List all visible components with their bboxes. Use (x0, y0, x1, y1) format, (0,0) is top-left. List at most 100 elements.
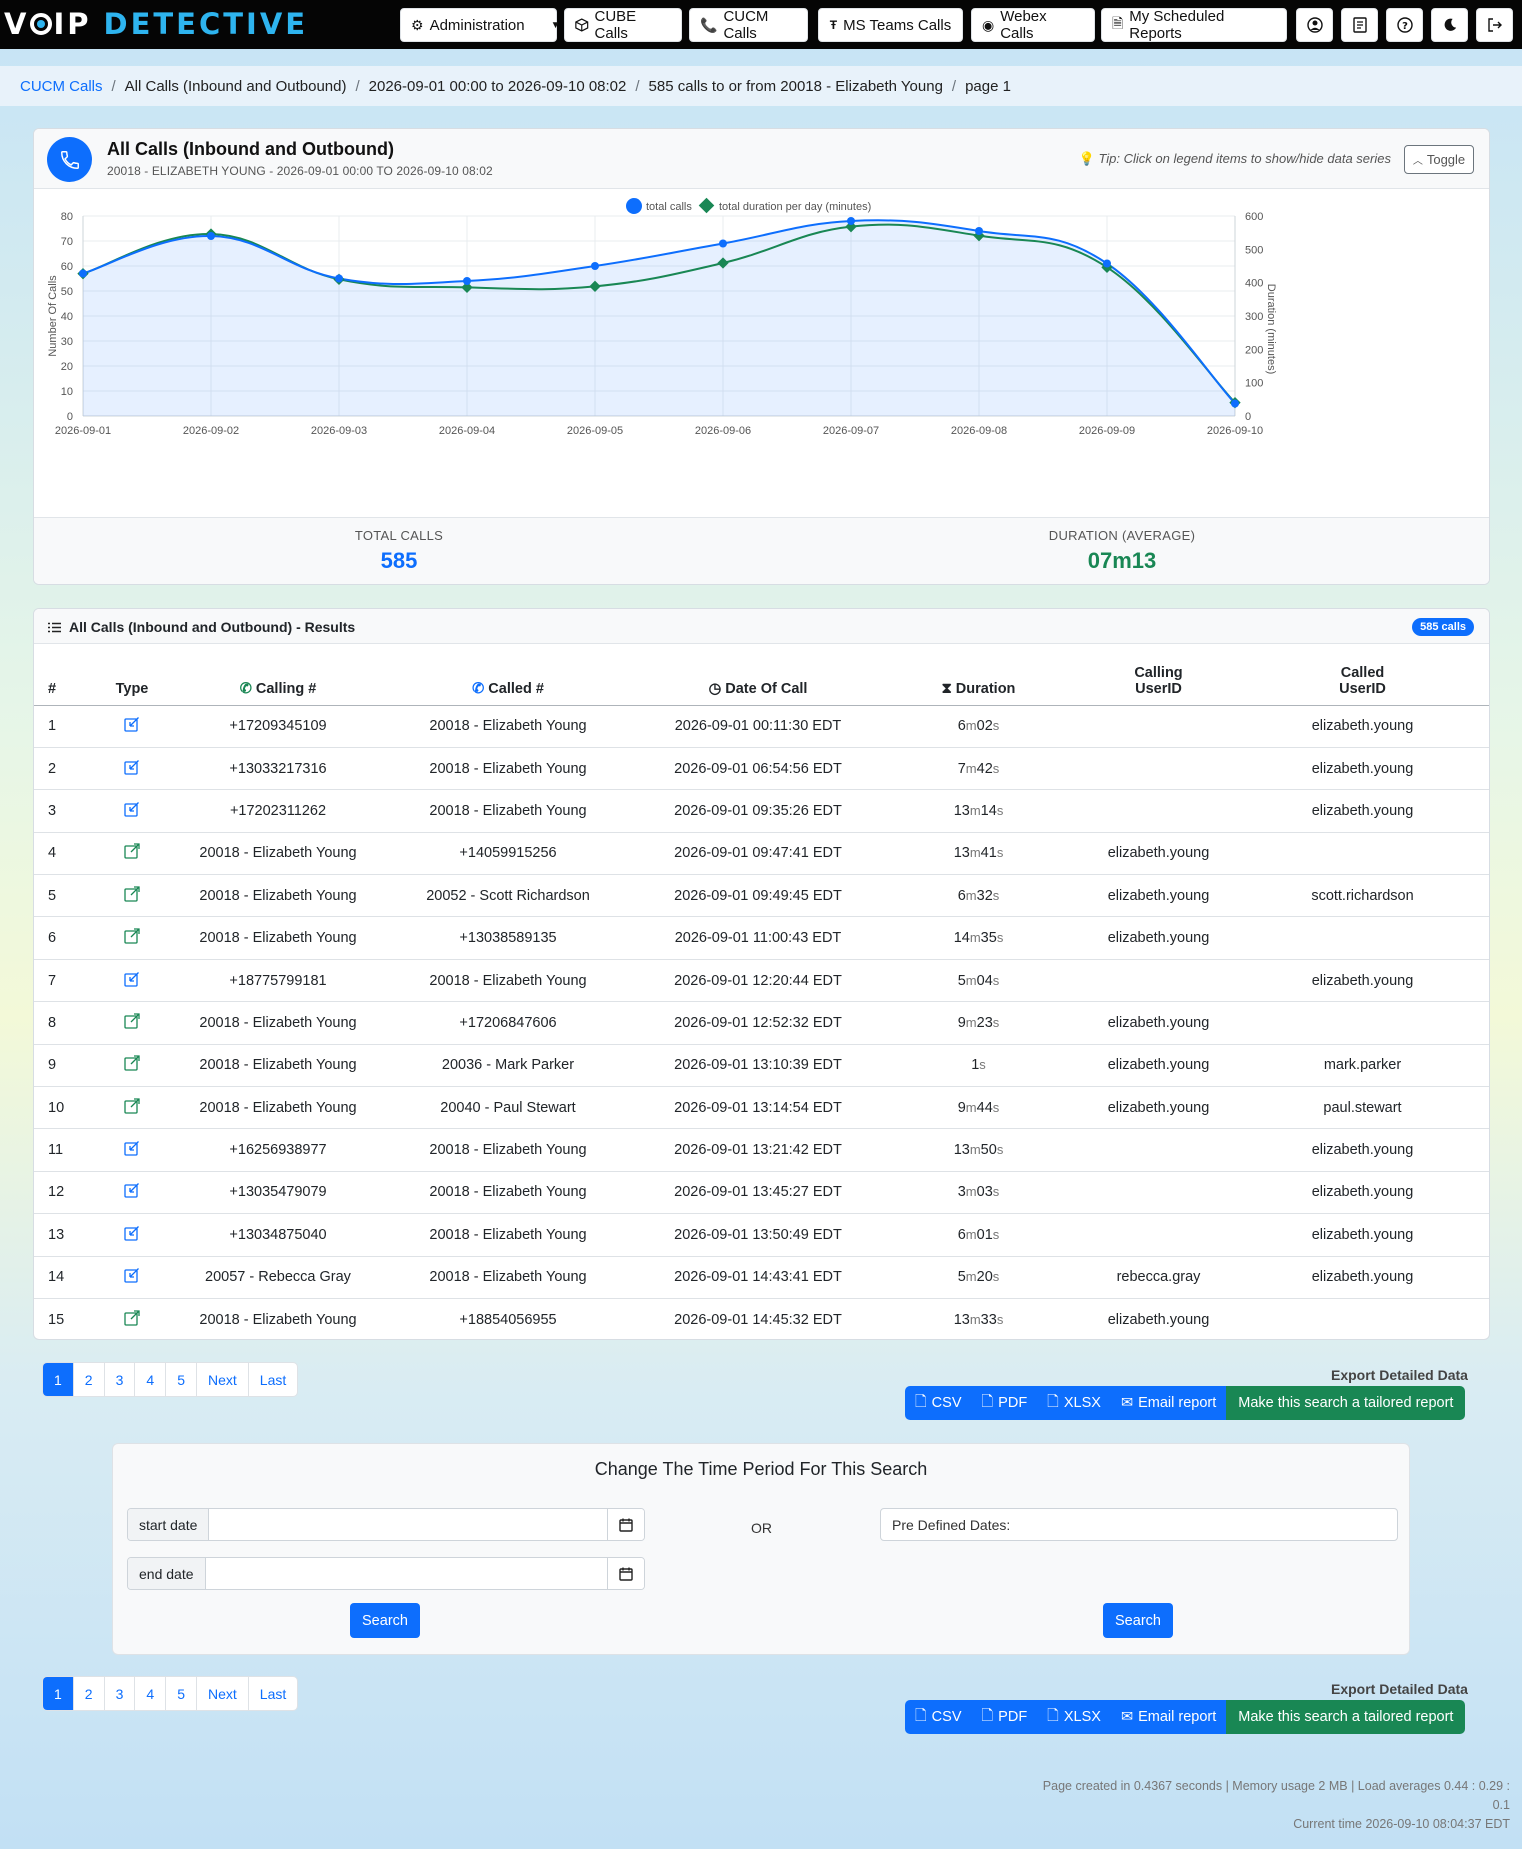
pdf-export-button[interactable]: 🗋 PDF (971, 1386, 1038, 1420)
page-3-button[interactable]: 3 (105, 1363, 136, 1396)
inbound-call-icon[interactable] (124, 802, 140, 821)
date-of-call-cell: 2026-09-01 13:21:42 EDT (640, 1128, 876, 1172)
page-4-button[interactable]: 4 (135, 1677, 167, 1710)
page-3-button[interactable]: 3 (105, 1677, 136, 1710)
col-date-of-call[interactable]: ◷ Date Of Call (640, 644, 876, 706)
page-5-button[interactable]: 5 (166, 1363, 197, 1396)
calling-number-cell: +13033217316 (180, 747, 376, 791)
y2-tick-label: 300 (1245, 311, 1263, 323)
col-type[interactable]: Type (84, 644, 180, 706)
tailored-report-button[interactable]: Make this search a tailored report (1226, 1386, 1466, 1420)
table-row[interactable]: 12 +13035479079 20018 - Elizabeth Young 202… (34, 1171, 1489, 1215)
outbound-call-icon[interactable] (124, 886, 140, 906)
last-page-button[interactable]: Last (249, 1363, 297, 1396)
x-tick-label: 2026-09-05 (567, 425, 623, 437)
duration-cell: 6m01s (876, 1213, 1081, 1257)
table-row[interactable]: 10 20018 - Elizabeth Young 20040 - Paul St… (34, 1086, 1489, 1130)
help-button[interactable]: ? (1386, 8, 1423, 42)
table-row[interactable]: 14 20057 - Rebecca Gray 20018 - Elizabeth … (34, 1256, 1489, 1299)
email-report-button[interactable]: ✉ Email report (1110, 1386, 1227, 1420)
csv-export-button[interactable]: 🗋 CSV (905, 1700, 972, 1734)
ms-teams-calls-button[interactable]: Ŧ MS Teams Calls (818, 8, 963, 42)
breadcrumb-separator: / (355, 77, 360, 95)
inbound-call-icon[interactable] (124, 759, 140, 779)
table-row[interactable]: 6 20018 - Elizabeth Young +13038589135 2026… (34, 916, 1489, 960)
table-row[interactable]: 5 20018 - Elizabeth Young 20052 - Scott Ri… (34, 874, 1489, 918)
start-date-calendar-button[interactable] (607, 1509, 644, 1540)
next-page-button[interactable]: Next (197, 1677, 249, 1710)
voip-detective-logo[interactable]: V IP DETECTIVE (4, 6, 308, 42)
page-2-button[interactable]: 2 (74, 1677, 105, 1710)
outbound-call-icon[interactable] (124, 1310, 140, 1330)
call-type-cell (84, 1213, 180, 1257)
cube-calls-label: CUBE Calls (594, 8, 637, 42)
page-1-button[interactable]: 1 (43, 1677, 74, 1710)
duration-minutes: 6 (957, 1226, 966, 1243)
dark-mode-button[interactable] (1431, 8, 1468, 42)
inbound-call-icon[interactable] (124, 1225, 140, 1245)
outbound-call-icon[interactable] (124, 1013, 140, 1033)
col-calling-userid[interactable]: Calling UserID (1081, 644, 1236, 706)
minutes-unit: m (969, 1142, 981, 1158)
custom-dates-search-button[interactable]: Search (350, 1603, 420, 1638)
csv-export-button[interactable]: 🗋 CSV (905, 1386, 972, 1420)
calling-userid-cell (1081, 789, 1236, 833)
col-calling-number[interactable]: ✆ Calling # (180, 644, 376, 706)
page-2-button[interactable]: 2 (74, 1363, 105, 1396)
email-report-button[interactable]: ✉ Email report (1110, 1700, 1227, 1734)
table-row[interactable]: 1 +17209345109 20018 - Elizabeth Young 2026… (34, 705, 1489, 748)
table-row[interactable]: 15 20018 - Elizabeth Young +18854056955 202… (34, 1298, 1489, 1339)
inbound-call-icon[interactable] (124, 1141, 140, 1160)
inbound-call-icon[interactable] (124, 717, 140, 736)
table-row[interactable]: 7 +18775799181 20018 - Elizabeth Young 2026… (34, 959, 1489, 1003)
email-label: Email report (1138, 1709, 1217, 1725)
page-1-button[interactable]: 1 (43, 1363, 74, 1396)
user-profile-button[interactable] (1296, 8, 1333, 42)
pdf-export-button[interactable]: 🗋 PDF (971, 1700, 1038, 1734)
called-number-cell: 20018 - Elizabeth Young (376, 959, 640, 1003)
xlsx-export-button[interactable]: 🗋 XLSX (1037, 1700, 1111, 1734)
cube-calls-button[interactable]: CUBE Calls (564, 8, 682, 42)
table-row[interactable]: 8 20018 - Elizabeth Young +17206847606 2026… (34, 1001, 1489, 1045)
table-row[interactable]: 13 +13034875040 20018 - Elizabeth Young 202… (34, 1213, 1489, 1257)
table-row[interactable]: 2 +13033217316 20018 - Elizabeth Young 2026… (34, 747, 1489, 791)
page-4-button[interactable]: 4 (135, 1363, 167, 1396)
called-number-cell: +18854056955 (376, 1298, 640, 1339)
logout-button[interactable] (1476, 8, 1513, 42)
table-row[interactable]: 4 20018 - Elizabeth Young +14059915256 2026… (34, 832, 1489, 876)
xlsx-export-button[interactable]: 🗋 XLSX (1037, 1386, 1111, 1420)
toggle-button[interactable]: ︿ Toggle (1404, 145, 1474, 174)
col-duration[interactable]: ⧗ Duration (876, 644, 1081, 706)
outbound-call-icon[interactable] (124, 843, 140, 863)
table-row[interactable]: 3 +17202311262 20018 - Elizabeth Young 2026… (34, 789, 1489, 833)
breadcrumb-cucm-calls[interactable]: CUCM Calls (20, 78, 103, 95)
predefined-dates-select[interactable]: Pre Defined Dates: (880, 1508, 1398, 1541)
inbound-call-icon[interactable] (124, 971, 140, 991)
cucm-calls-button[interactable]: 📞 CUCM Calls (689, 8, 808, 42)
next-page-button[interactable]: Next (197, 1363, 249, 1396)
inbound-call-icon[interactable] (124, 1183, 140, 1202)
start-date-input[interactable] (209, 1509, 607, 1540)
predefined-dates-search-button[interactable]: Search (1103, 1603, 1173, 1638)
page-5-button[interactable]: 5 (166, 1677, 197, 1710)
tailored-report-button[interactable]: Make this search a tailored report (1226, 1700, 1466, 1734)
table-row[interactable]: 9 20018 - Elizabeth Young 20036 - Mark Par… (34, 1044, 1489, 1088)
last-page-button[interactable]: Last (249, 1677, 297, 1710)
outbound-call-icon[interactable] (124, 1098, 140, 1118)
my-scheduled-reports-button[interactable]: 🗎 My Scheduled Reports (1101, 8, 1287, 42)
end-date-input[interactable] (205, 1558, 607, 1589)
col-number[interactable]: # (34, 644, 84, 706)
inbound-call-icon[interactable] (124, 1268, 140, 1287)
seconds-unit: s (992, 1269, 1000, 1285)
col-called-number[interactable]: ✆ Called # (376, 644, 640, 706)
col-called-userid[interactable]: Called UserID (1236, 644, 1489, 706)
outbound-call-icon[interactable] (124, 1055, 140, 1075)
col-called-userid-l2: UserID (1339, 680, 1386, 697)
report-icon: 🗎 (1112, 15, 1124, 31)
end-date-calendar-button[interactable] (607, 1558, 644, 1589)
outbound-call-icon[interactable] (124, 928, 140, 948)
webex-calls-button[interactable]: ◉ Webex Calls (971, 8, 1095, 42)
notes-button[interactable] (1341, 8, 1378, 42)
table-row[interactable]: 11 +16256938977 20018 - Elizabeth Young 202… (34, 1128, 1489, 1172)
administration-dropdown[interactable]: ⚙ Administration ▼ (400, 8, 561, 42)
